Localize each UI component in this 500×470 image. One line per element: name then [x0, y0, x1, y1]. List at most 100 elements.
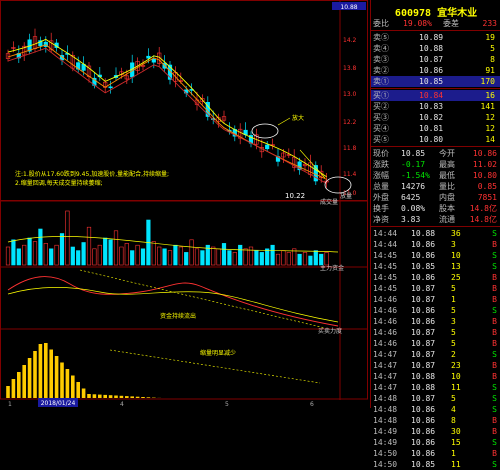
stat-row: 净资 3.83 流通 14.8亿	[371, 214, 500, 225]
tick-row: 14:50 10.85 11 S	[371, 459, 500, 470]
histogram-bar	[125, 396, 129, 398]
volume-bar	[244, 249, 248, 265]
tick-row: 14:46 10.86 3 B	[371, 316, 500, 327]
ask-row: 卖③ 10.87 8	[371, 54, 500, 65]
volume-bar	[217, 249, 221, 265]
histogram-bar	[60, 363, 64, 399]
date-badge-text: 2018/01/24	[41, 400, 76, 407]
histogram-bar	[114, 396, 118, 399]
tick-row: 14:46 10.86 5 S	[371, 305, 500, 316]
histogram-bar	[130, 396, 134, 398]
date-mark-4: 6	[310, 401, 314, 408]
bid-row: 买③ 10.82 12	[371, 112, 500, 123]
volume-bar	[298, 254, 302, 265]
volume-bar	[87, 227, 91, 265]
volume-bar	[222, 243, 226, 265]
volume-bar	[319, 254, 323, 265]
tick-row: 14:47 10.87 2 S	[371, 349, 500, 360]
volume-bar	[163, 249, 167, 265]
volume-bar	[303, 252, 307, 265]
circle-annotation-2	[325, 177, 351, 193]
volume-bar	[98, 245, 102, 265]
volume-bar	[6, 247, 10, 265]
volume-bar	[233, 252, 237, 265]
volume-bar	[82, 243, 86, 266]
panel4-label: 买卖力度	[318, 327, 342, 335]
volume-bar	[238, 245, 242, 265]
tick-row: 14:49 10.86 30 B	[371, 426, 500, 437]
weibi-label: 委比	[373, 18, 389, 29]
date-mark-3: 5	[225, 401, 229, 408]
price-axis-label: 11.8	[343, 145, 357, 152]
volume-bar	[314, 251, 318, 265]
volume-bar	[211, 247, 215, 265]
histogram-bar	[87, 394, 91, 398]
histogram-bar	[6, 386, 10, 398]
ask-row: 卖② 10.86 91	[371, 65, 500, 76]
tick-row: 14:45 10.87 5 B	[371, 283, 500, 294]
weicha-value: 233	[483, 18, 497, 29]
weicha-label: 委差	[443, 18, 459, 29]
weibi-value: 19.08%	[403, 18, 432, 29]
volume-bar	[125, 243, 129, 265]
volume-bar	[265, 249, 269, 265]
volume-bar	[260, 252, 264, 265]
volume-bar	[136, 245, 140, 265]
histogram-bar	[55, 356, 59, 398]
bid-row: 买⑤ 10.80 14	[371, 134, 500, 145]
volume-bar	[44, 243, 48, 265]
tick-row: 14:50 10.86 1 B	[371, 448, 500, 459]
volume-bar	[12, 240, 16, 265]
histogram-bar	[17, 372, 21, 398]
volume-bar	[66, 211, 70, 265]
volume-bar	[93, 249, 97, 265]
volume-bar	[271, 245, 275, 265]
volume-bar	[228, 251, 232, 265]
volume-bar	[28, 238, 32, 265]
histogram-bar	[39, 344, 43, 398]
volume-bar	[287, 252, 291, 265]
tick-row: 14:47 10.88 10 B	[371, 371, 500, 382]
histogram-bar	[12, 379, 16, 398]
candle-body	[147, 56, 151, 58]
volume-bars	[6, 211, 338, 265]
bid-row: 买① 10.84 16	[371, 90, 500, 101]
divider	[371, 226, 500, 227]
volume-bar	[17, 249, 21, 265]
tick-row: 14:46 10.87 5 B	[371, 327, 500, 338]
histogram-bar	[28, 358, 32, 398]
note-line-2: 2.缩量回调,每天成交量持续萎缩;	[15, 179, 103, 187]
candles	[6, 29, 328, 188]
annotation-label-1: 放大	[292, 114, 304, 122]
ask-row: 卖⑤ 10.89 19	[371, 32, 500, 43]
volume-bar	[255, 251, 259, 265]
tick-row: 14:44 10.88 36 S	[371, 228, 500, 239]
kline-chart-area[interactable]: 14.213.813.012.211.811.411.0 10.88 成交量 主…	[0, 0, 368, 408]
stat-row: 涨跌 -0.17 最高 11.02	[371, 159, 500, 170]
volume-bar	[120, 247, 124, 265]
arrow-line-1	[278, 118, 290, 125]
volume-bar	[49, 249, 53, 265]
histogram-note: 缩量明显减少	[200, 349, 236, 357]
price-axis-label: 12.2	[343, 119, 357, 126]
volume-bar	[325, 252, 329, 265]
volume-bar	[184, 252, 188, 265]
volume-ma	[8, 236, 338, 252]
volume-bar	[168, 251, 172, 265]
price-axis: 14.213.813.012.211.811.411.0	[343, 37, 357, 197]
volume-bar	[103, 238, 107, 265]
volume-bar	[71, 247, 75, 265]
histogram-bar	[22, 365, 26, 398]
histogram-bar	[71, 376, 75, 399]
volume-bar	[201, 251, 205, 265]
histogram-bar	[141, 397, 145, 398]
circle-annotation-1	[252, 124, 278, 138]
volume-bar	[309, 256, 313, 265]
quote-rows: 委比 19.08% 委差 233卖⑤ 10.89 19卖④ 10.88 5卖③ …	[371, 18, 500, 470]
volume-bar	[22, 245, 26, 265]
volume-bar	[179, 247, 183, 265]
volume-bar	[114, 231, 118, 265]
volume-bar	[76, 251, 80, 265]
note-line-1: 注:1.股价从17.60跌到9.45,加速股价,量能配合,持续缩量;	[15, 170, 169, 178]
price-badge-text: 10.88	[340, 4, 357, 11]
